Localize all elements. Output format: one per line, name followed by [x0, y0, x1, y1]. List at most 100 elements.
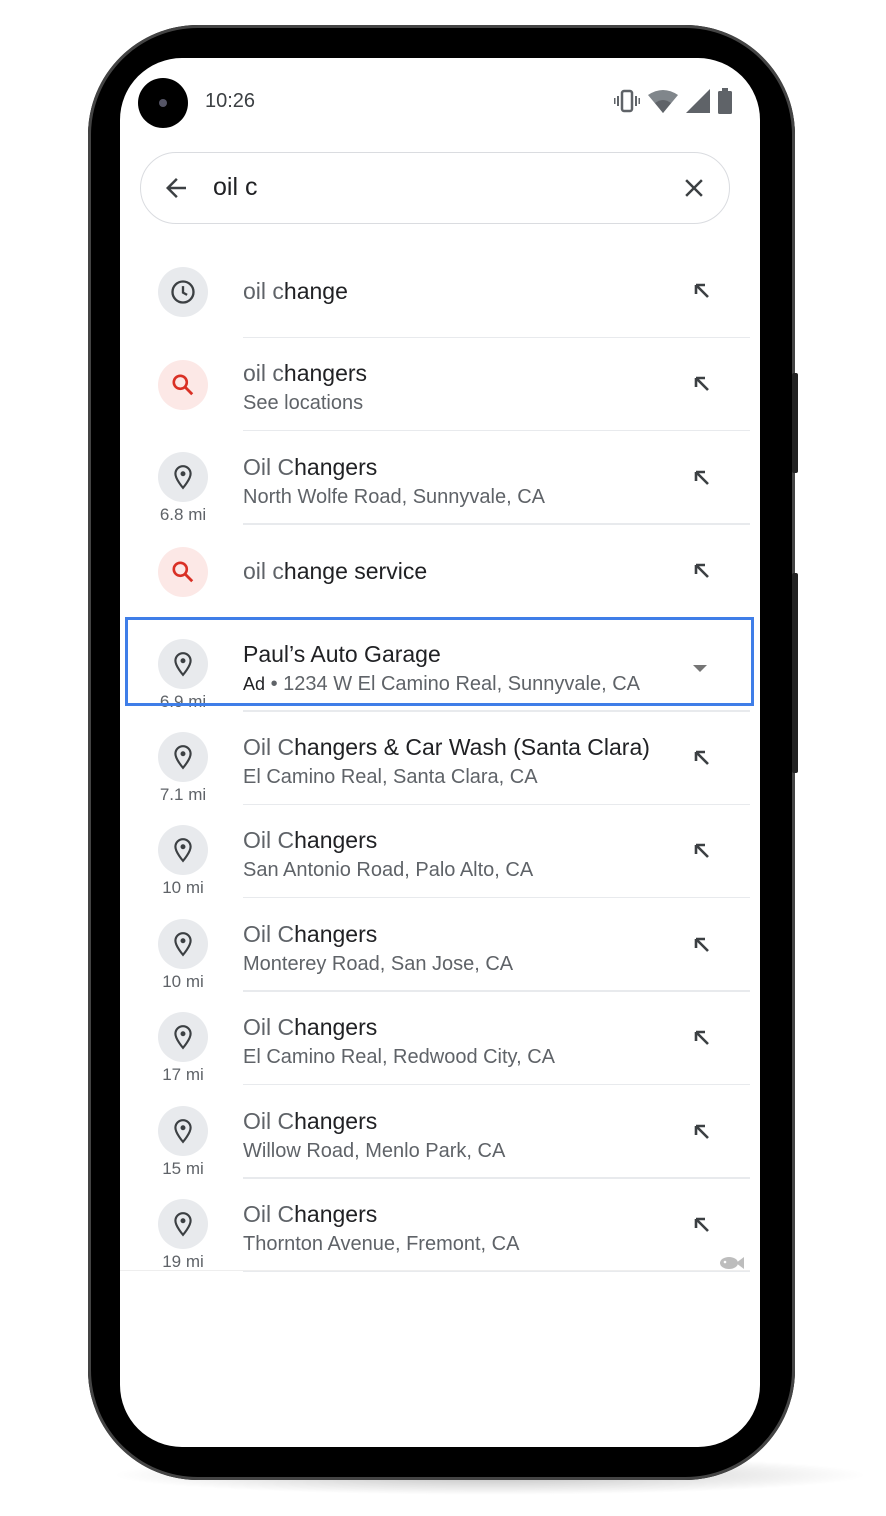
- title-rest: hange service: [283, 558, 428, 585]
- suggestion-subtitle: Monterey Road, San Jose, CA: [243, 953, 513, 976]
- title-rest: hangers: [294, 827, 378, 854]
- subtitle-text: El Camino Real, Santa Clara, CA: [243, 766, 538, 788]
- place-icon-badge: [158, 918, 208, 969]
- fill-query-arrow-icon[interactable]: [690, 466, 714, 490]
- suggestion-subtitle: North Wolfe Road, Sunnyvale, CA: [243, 486, 545, 509]
- query-match: oil c: [243, 360, 284, 387]
- suggestion-subtitle: El Camino Real, Redwood City, CA: [243, 1046, 555, 1069]
- suggestion-title: Oil Changers: [243, 827, 377, 854]
- history-icon-badge: [158, 267, 208, 317]
- suggestion-title: Oil Changers & Car Wash (Santa Clara): [243, 734, 650, 761]
- suggestion-row[interactable]: 10 mi Oil Changers San Antonio Road, Palo …: [120, 805, 760, 899]
- distance-label: 17 mi: [162, 1065, 204, 1085]
- query-match: Oil C: [243, 827, 295, 854]
- query-match: Oil C: [243, 1201, 295, 1227]
- subtitle-text: Monterey Road, San Jose, CA: [243, 952, 514, 975]
- vibrate-icon: [614, 89, 640, 113]
- suggestion-title: Oil Changers: [243, 1201, 377, 1228]
- wifi-icon: [648, 90, 678, 113]
- suggestion-row[interactable]: oil changers See locations: [120, 338, 760, 432]
- title-rest: hangers: [294, 920, 378, 947]
- subtitle-text: Thornton Avenue, Fremont, CA: [243, 1233, 520, 1255]
- subtitle-text: See locations: [243, 392, 364, 415]
- title-rest: hangers: [294, 1107, 378, 1134]
- highlight-box: [125, 617, 754, 706]
- suggestion-subtitle: San Antonio Road, Palo Alto, CA: [243, 859, 533, 882]
- place-icon: [174, 464, 192, 490]
- fill-query-arrow-icon[interactable]: [690, 279, 714, 303]
- place-icon: [174, 745, 192, 770]
- clear-icon[interactable]: [679, 173, 709, 203]
- subtitle-text: El Camino Real, Redwood City, CA: [243, 1046, 555, 1069]
- fill-query-arrow-icon[interactable]: [690, 1213, 714, 1237]
- title-rest: hangers: [283, 360, 368, 387]
- query-match: Oil C: [243, 734, 295, 760]
- distance-label: 19 mi: [162, 1252, 204, 1271]
- suggestion-subtitle: El Camino Real, Santa Clara, CA: [243, 766, 538, 789]
- camera-cutout: [138, 78, 188, 128]
- suggestion-title: Oil Changers: [243, 921, 377, 948]
- fill-query-arrow-icon[interactable]: [690, 839, 714, 863]
- place-icon: [174, 1118, 192, 1144]
- suggestion-row[interactable]: 7.1 mi Oil Changers & Car Wash (Santa Cla…: [120, 712, 760, 805]
- suggestion-row[interactable]: 19 mi Oil Changers Thornton Avenue, Fremon…: [120, 1179, 760, 1272]
- fill-query-arrow-icon[interactable]: [690, 933, 714, 957]
- fish-icon: [720, 1257, 744, 1269]
- signal-icon: [686, 89, 710, 113]
- distance-label: 10 mi: [162, 878, 204, 898]
- query-match: Oil C: [243, 1107, 295, 1134]
- title-rest: hange: [283, 278, 348, 304]
- query-match: oil c: [243, 558, 284, 585]
- suggestion-row[interactable]: oil change: [120, 245, 760, 338]
- title-rest: hangers: [294, 453, 378, 480]
- place-icon-badge: [158, 825, 208, 876]
- distance-label: 15 mi: [162, 1158, 204, 1178]
- search-icon-badge: [158, 360, 208, 411]
- distance-label: 10 mi: [162, 971, 204, 991]
- search-icon-badge: [158, 547, 208, 598]
- query-match: Oil C: [243, 453, 295, 480]
- search-icon: [172, 374, 194, 396]
- title-rest: hangers & Car Wash (Santa Clara): [294, 734, 650, 760]
- place-icon: [174, 1212, 192, 1237]
- status-icons: [614, 88, 732, 114]
- query-match: Oil C: [243, 1014, 295, 1041]
- back-arrow-icon[interactable]: [161, 173, 191, 203]
- status-time: 10:26: [205, 90, 256, 112]
- suggestion-subtitle: Thornton Avenue, Fremont, CA: [243, 1233, 519, 1256]
- suggestion-row[interactable]: 17 mi Oil Changers El Camino Real, Redwood…: [120, 992, 760, 1086]
- search-icon: [172, 561, 194, 583]
- fill-query-arrow-icon[interactable]: [690, 1120, 714, 1144]
- suggestion-title: Oil Changers: [243, 454, 377, 481]
- place-icon: [174, 931, 192, 957]
- suggestion-row[interactable]: 6.8 mi Oil Changers North Wolfe Road, Sunn…: [120, 432, 760, 525]
- fill-query-arrow-icon[interactable]: [690, 1026, 714, 1050]
- subtitle-text: San Antonio Road, Palo Alto, CA: [243, 859, 534, 882]
- suggestion-title: Oil Changers: [243, 1108, 377, 1135]
- power-button: [792, 373, 798, 473]
- distance-label: 7.1 mi: [159, 785, 207, 804]
- query-match: Oil C: [243, 920, 295, 947]
- suggestion-row[interactable]: oil change service: [120, 525, 760, 619]
- subtitle-text: North Wolfe Road, Sunnyvale, CA: [243, 485, 546, 508]
- suggestion-subtitle: See locations: [243, 392, 363, 415]
- list-end-divider: [120, 1270, 750, 1271]
- place-icon-badge: [158, 1199, 208, 1249]
- fill-query-arrow-icon[interactable]: [690, 746, 714, 770]
- title-rest: hangers: [294, 1201, 378, 1227]
- battery-icon: [718, 88, 732, 114]
- search-input[interactable]: oil c: [213, 173, 257, 202]
- distance-label: 6.8 mi: [159, 504, 207, 524]
- suggestion-row[interactable]: 15 mi Oil Changers Willow Road, Menlo Park…: [120, 1086, 760, 1179]
- fill-query-arrow-icon[interactable]: [690, 372, 714, 396]
- suggestion-row[interactable]: 10 mi Oil Changers Monterey Road, San Jose…: [120, 899, 760, 992]
- place-icon-badge: [158, 1012, 208, 1063]
- suggestion-title: oil change: [243, 278, 348, 305]
- place-icon-badge: [158, 451, 208, 502]
- title-rest: hangers: [294, 1014, 378, 1041]
- fill-query-arrow-icon[interactable]: [690, 559, 714, 583]
- place-icon: [174, 838, 192, 863]
- screen: 10:26 oil c oil change oil changers See lo…: [120, 58, 760, 1447]
- search-bar[interactable]: oil c: [140, 152, 730, 224]
- place-icon: [174, 1025, 192, 1050]
